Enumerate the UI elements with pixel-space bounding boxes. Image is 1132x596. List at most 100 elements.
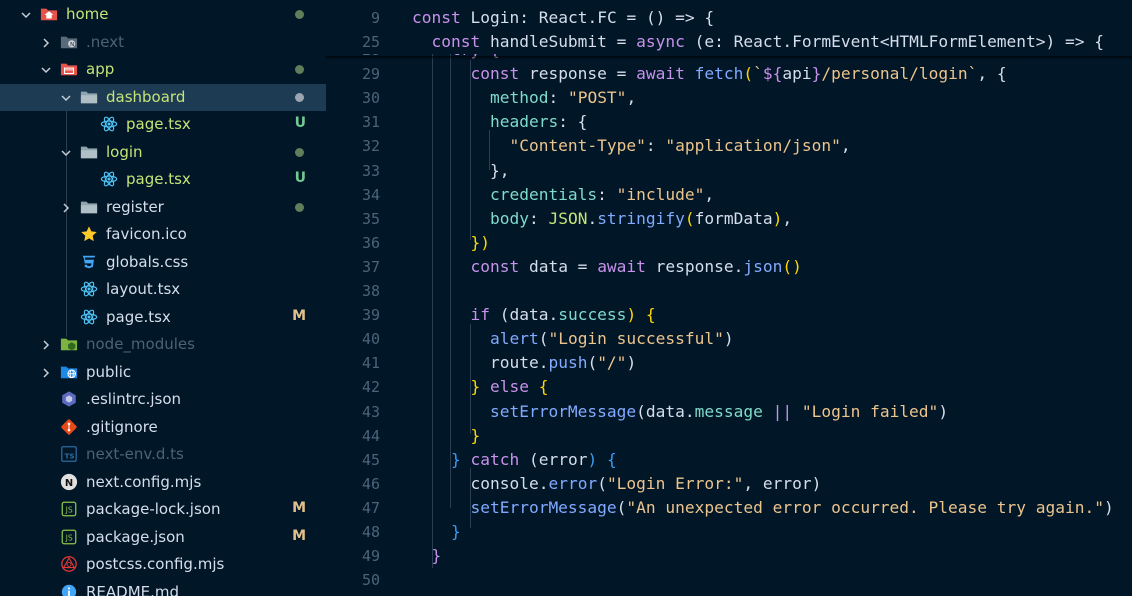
- chevron-right-icon[interactable]: [40, 367, 52, 379]
- tree-item-dashboard[interactable]: dashboard: [0, 83, 326, 111]
- code-token: }: [412, 449, 471, 469]
- chevron-right-icon[interactable]: [40, 37, 52, 49]
- code-token: }: [811, 64, 822, 84]
- tree-item-next-env-d-ts[interactable]: TS next-env.d.ts: [0, 441, 326, 468]
- svg-text:JS: JS: [65, 506, 73, 515]
- code-line[interactable]: setErrorMessage(data.message || "Login f…: [412, 400, 948, 424]
- code-line[interactable]: }: [412, 544, 441, 568]
- code-token: (: [743, 64, 754, 84]
- code-line[interactable]: const data = await response.json(): [412, 255, 801, 279]
- code-token: method: [412, 88, 549, 108]
- code-token: ): [626, 353, 637, 373]
- code-line[interactable]: } else {: [412, 375, 548, 399]
- tree-item-public[interactable]: public: [0, 359, 326, 386]
- line-number: 47: [361, 498, 380, 517]
- modified-dot: [295, 10, 304, 19]
- code-line[interactable]: route.push("/"): [412, 351, 636, 375]
- chevron-down-icon[interactable]: [40, 64, 52, 76]
- code-line[interactable]: alert("Login successful"): [412, 327, 734, 351]
- tree-item-home[interactable]: home: [0, 1, 326, 28]
- code-line[interactable]: method: "POST",: [412, 86, 636, 110]
- line-number: 43: [361, 402, 380, 421]
- code-line[interactable]: credentials: "include",: [412, 183, 714, 207]
- chevron-right-icon[interactable]: [40, 339, 52, 351]
- modified-dot: [295, 92, 304, 102]
- tree-item-register[interactable]: register: [0, 194, 326, 221]
- code-line[interactable]: } catch (error) {: [412, 448, 617, 472]
- chevron-down-icon[interactable]: [60, 147, 72, 159]
- chevron-down-icon[interactable]: [60, 92, 72, 104]
- star-icon: [80, 225, 98, 243]
- code-token: alert: [412, 329, 539, 349]
- code-token: }: [412, 425, 481, 445]
- code-token: error: [538, 449, 588, 469]
- css-icon: [80, 253, 98, 271]
- tree-item-label: .gitignore: [86, 417, 158, 436]
- code-token: (: [684, 208, 695, 228]
- node-folder-icon: [60, 335, 78, 353]
- code-token: push: [548, 353, 588, 373]
- modified-dot: [295, 202, 304, 212]
- tree-item-readme-md[interactable]: README.md: [0, 579, 326, 596]
- tree-item-layout-tsx[interactable]: layout.tsx: [0, 276, 326, 303]
- code-token: , {: [977, 64, 1007, 84]
- tree-item-next[interactable]: N .next: [0, 29, 326, 56]
- code-token: {: [538, 377, 549, 397]
- code-line[interactable]: }): [412, 231, 490, 255]
- tree-item-eslintrc-json[interactable]: .eslintrc.json: [0, 386, 326, 413]
- code-token: :: [548, 88, 568, 108]
- tree-item-postcss-config-mjs[interactable]: postcss.config.mjs: [0, 551, 326, 578]
- tree-item-page-tsx[interactable]: page.tsx M: [0, 304, 326, 331]
- code-token: = () => {: [616, 8, 715, 27]
- tree-item-page-tsx[interactable]: page.tsx U: [0, 166, 326, 193]
- code-line[interactable]: }: [412, 424, 480, 448]
- tree-item-next-config-mjs[interactable]: Nnext.config.mjs: [0, 469, 326, 496]
- code-line[interactable]: "Content-Type": "application/json",: [412, 134, 850, 158]
- code-editor[interactable]: 28 try {29 const response = await fetch(…: [326, 0, 1132, 596]
- line-number: 48: [361, 523, 380, 541]
- tree-item-package-lock-json[interactable]: JS package-lock.json M: [0, 496, 326, 523]
- chevron-down-icon[interactable]: [20, 9, 32, 21]
- code-line[interactable]: },: [412, 159, 510, 183]
- code-token: (: [587, 353, 598, 373]
- tree-item-app[interactable]: app: [0, 56, 326, 83]
- code-token: "include": [616, 184, 705, 204]
- info-icon: [60, 583, 78, 596]
- code-line[interactable]: const response = await fetch(`${api}/per…: [412, 62, 1007, 86]
- code-line[interactable]: body: JSON.stringify(formData),: [412, 207, 792, 231]
- code-token: error: [548, 473, 598, 493]
- code-token: :: [714, 32, 734, 51]
- code-line[interactable]: headers: {: [412, 110, 587, 134]
- chevron-right-icon[interactable]: [60, 202, 72, 214]
- code-line[interactable]: if (data.success) {: [412, 303, 655, 327]
- code-token: response: [655, 256, 734, 276]
- tree-item-label: register: [106, 197, 164, 216]
- code-line[interactable]: if (errorMessage) {: [412, 592, 616, 596]
- git-icon: [60, 418, 78, 436]
- code-token: (: [684, 32, 705, 51]
- tree-item-favicon-ico[interactable]: favicon.ico: [0, 221, 326, 248]
- code-token: else: [489, 377, 539, 397]
- code-token: ): [772, 208, 783, 228]
- code-line[interactable]: console.error("Login Error:", error): [412, 472, 821, 496]
- tree-item-login[interactable]: login: [0, 139, 326, 166]
- line-number: 39: [361, 306, 380, 325]
- tree-item-gitignore[interactable]: .gitignore: [0, 414, 326, 441]
- code-line[interactable]: setErrorMessage("An unexpected error occ…: [412, 496, 1113, 520]
- tree-item-page-tsx[interactable]: page.tsx U: [0, 111, 326, 138]
- tree-item-label: app: [86, 60, 115, 78]
- code-line[interactable]: }: [412, 520, 461, 544]
- code-token: (: [538, 329, 549, 349]
- code-token: ): [938, 401, 949, 421]
- tree-item-globals-css[interactable]: globals.css: [0, 249, 326, 276]
- code-line[interactable]: const handleSubmit = async (e: React.For…: [412, 30, 1104, 54]
- tree-item-package-json[interactable]: JS package.json M: [0, 524, 326, 551]
- code-token: , error): [743, 473, 822, 493]
- tree-item-label: README.md: [86, 582, 180, 596]
- code-token: "Login failed": [801, 401, 939, 421]
- code-line[interactable]: const Login: React.FC = () => {: [412, 6, 714, 30]
- code-token: data: [528, 256, 568, 276]
- code-token: e: [704, 32, 715, 51]
- folder-icon: [80, 143, 98, 161]
- tree-item-node-modules[interactable]: node_modules: [0, 331, 326, 358]
